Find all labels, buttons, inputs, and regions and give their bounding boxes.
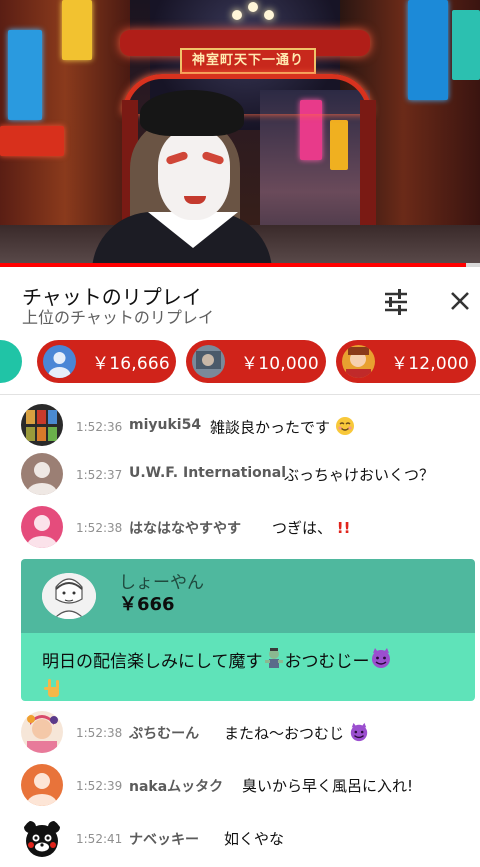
avatar bbox=[342, 345, 375, 378]
chat-message: 1:52:37 U.W.F. International ぶっちゃけおいくつ？ bbox=[0, 452, 480, 502]
message-time: 1:52:36 bbox=[76, 420, 123, 434]
ticker-amount: ￥12,000 bbox=[391, 354, 469, 374]
paid-message-text: 明日の配信楽しみにして魔す おつむじー bbox=[42, 647, 458, 701]
smiling-devil-emoji bbox=[349, 722, 369, 746]
message-text: 臭いから早く風呂に入れ! bbox=[242, 777, 414, 795]
sign-of-horns-emoji bbox=[42, 677, 64, 701]
avatar[interactable] bbox=[21, 764, 63, 806]
avatar[interactable] bbox=[21, 506, 63, 548]
message-time: 1:52:37 bbox=[76, 468, 123, 482]
message-author[interactable]: ナベッキー bbox=[129, 829, 199, 849]
neon-sign bbox=[0, 126, 64, 156]
message-time: 1:52:38 bbox=[76, 726, 123, 740]
double-exclamation-emoji: !! bbox=[336, 519, 351, 537]
avatar[interactable] bbox=[21, 817, 63, 859]
avatar[interactable] bbox=[21, 453, 63, 495]
chat-header: チャットのリプレイ 上位のチャットのリプレイ bbox=[0, 267, 480, 335]
chat-message: 1:52:38 はなはなやすやす つぎは、 !! bbox=[0, 505, 480, 555]
ticker-amount: ￥16,666 bbox=[92, 354, 170, 374]
super-chat-ticker: ￥16,666 ￥10,000 ￥12,000 bbox=[0, 335, 480, 395]
neon-sign bbox=[408, 0, 448, 100]
chat-message: 1:52:41 ナベッキー 如くやな bbox=[0, 816, 480, 866]
ticker-chip[interactable]: ￥12,000 bbox=[336, 340, 476, 383]
neon-sign bbox=[62, 0, 92, 60]
avatar[interactable] bbox=[21, 404, 63, 446]
message-author[interactable]: ぷちむーん bbox=[129, 723, 199, 743]
message-time: 1:52:41 bbox=[76, 832, 123, 846]
chat-message: 1:52:38 ぷちむーん またね〜おつむじ bbox=[0, 710, 480, 760]
ticker-chip[interactable]: ￥16,666 bbox=[37, 340, 176, 383]
chat-message: 1:52:39 nakaムッタク 臭いから早く風呂に入れ! bbox=[0, 763, 480, 813]
avatar bbox=[43, 345, 76, 378]
neon-sign bbox=[452, 10, 480, 80]
message-text: またね〜おつむじ bbox=[224, 722, 369, 746]
message-author[interactable]: miyuki54 bbox=[129, 417, 201, 433]
gate-sign: 神室町天下一通り bbox=[180, 48, 316, 74]
message-author[interactable]: はなはなやすやす bbox=[129, 518, 241, 538]
smiling-devil-emoji bbox=[370, 647, 392, 677]
video-player[interactable]: 神室町天下一通り bbox=[0, 0, 480, 265]
paid-message-amount: ￥666 bbox=[119, 594, 175, 615]
ticker-amount: ￥10,000 bbox=[241, 354, 319, 374]
message-time: 1:52:39 bbox=[76, 779, 123, 793]
tune-icon[interactable] bbox=[381, 289, 411, 315]
message-text: 雑談良かったです bbox=[210, 416, 355, 440]
ticker-chip-partial[interactable] bbox=[0, 340, 22, 383]
ticker-chip[interactable]: ￥10,000 bbox=[186, 340, 326, 383]
street-lamp bbox=[232, 2, 276, 28]
paid-message[interactable]: しょーやん ￥666 明日の配信楽しみにして魔す おつむじー bbox=[21, 559, 475, 701]
smiling-face-emoji bbox=[335, 416, 355, 440]
paid-message-header: しょーやん ￥666 bbox=[21, 559, 475, 633]
neon-sign bbox=[8, 30, 42, 120]
message-author[interactable]: nakaムッタク bbox=[129, 776, 223, 796]
chat-mode-dropdown[interactable]: 上位のチャットのリプレイ bbox=[22, 304, 214, 328]
chat-message: 1:52:36 miyuki54 雑談良かったです bbox=[0, 400, 480, 450]
message-time: 1:52:38 bbox=[76, 521, 123, 535]
paid-message-body: 明日の配信楽しみにして魔す おつむじー bbox=[21, 633, 475, 701]
message-text: ぶっちゃけおいくつ？ bbox=[284, 466, 435, 484]
message-text: つぎは、 !! bbox=[272, 519, 351, 537]
message-author[interactable]: U.W.F. International bbox=[129, 465, 286, 481]
neon-sign bbox=[330, 120, 348, 170]
streamer bbox=[92, 90, 272, 265]
message-text: 如くやな bbox=[224, 830, 285, 848]
avatar bbox=[192, 345, 225, 378]
chat-list[interactable]: 1:52:36 miyuki54 雑談良かったです 1:52:37 U.W.F.… bbox=[0, 396, 480, 867]
avatar[interactable] bbox=[42, 573, 96, 619]
zombie-emoji bbox=[263, 647, 285, 677]
close-icon[interactable] bbox=[446, 287, 474, 315]
avatar[interactable] bbox=[21, 711, 63, 753]
